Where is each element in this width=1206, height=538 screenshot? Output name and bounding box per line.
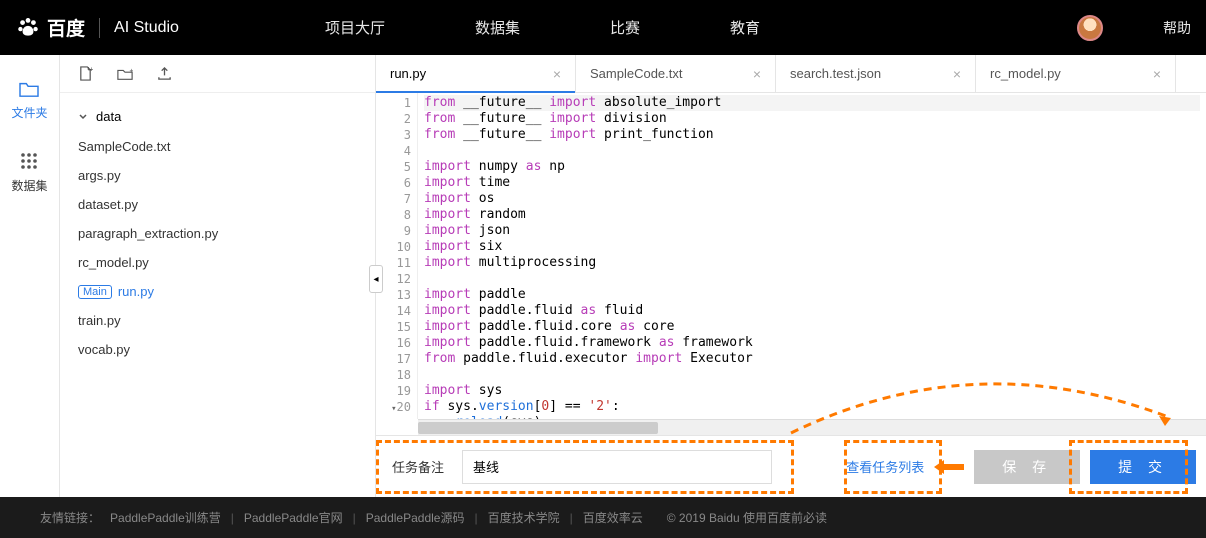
- tree-file-selected[interactable]: Main run.py: [60, 277, 375, 306]
- close-icon[interactable]: ×: [953, 66, 961, 82]
- tab-run-py[interactable]: run.py×: [376, 55, 576, 92]
- close-icon[interactable]: ×: [753, 66, 761, 82]
- main-layout: 文件夹 数据集 + + data SampleCode.txt args.py …: [0, 55, 1206, 497]
- main-nav: 项目大厅 数据集 比赛 教育: [325, 17, 760, 38]
- line-gutter: 12345678910111213141516171819▾2021222324: [376, 93, 418, 419]
- logo-area: 百度 AI Studio: [15, 14, 285, 41]
- tree-file[interactable]: args.py: [60, 161, 375, 190]
- main-tag: Main: [78, 285, 112, 299]
- tree-file[interactable]: rc_model.py: [60, 248, 375, 277]
- tree-file[interactable]: train.py: [60, 306, 375, 335]
- tab-search-json[interactable]: search.test.json×: [776, 55, 976, 92]
- editor-area: ◂ run.py× SampleCode.txt× search.test.js…: [376, 55, 1206, 497]
- chevron-down-icon: [78, 112, 88, 122]
- close-icon[interactable]: ×: [553, 66, 561, 82]
- footer: 友情链接： PaddlePaddle训练营| PaddlePaddle官网| P…: [0, 497, 1206, 538]
- tree-file[interactable]: SampleCode.txt: [60, 132, 375, 161]
- baidu-logo-text: 百度: [47, 14, 85, 41]
- task-note-label: 任务备注: [392, 457, 444, 476]
- tab-samplecode[interactable]: SampleCode.txt×: [576, 55, 776, 92]
- tree-file[interactable]: vocab.py: [60, 335, 375, 364]
- nav-projects[interactable]: 项目大厅: [325, 17, 385, 38]
- divider: [99, 18, 100, 38]
- collapse-handle[interactable]: ◂: [369, 265, 383, 293]
- code-editor[interactable]: 12345678910111213141516171819▾2021222324…: [376, 93, 1206, 419]
- svg-text:+: +: [129, 67, 133, 75]
- task-note-input[interactable]: [462, 450, 772, 484]
- top-right: 帮助: [1077, 15, 1191, 41]
- folder-name: data: [96, 109, 121, 124]
- explorer-toolbar: + +: [60, 55, 375, 93]
- new-file-icon[interactable]: +: [78, 66, 93, 81]
- nav-education[interactable]: 教育: [730, 17, 760, 38]
- code-content[interactable]: from __future__ import absolute_importfr…: [418, 93, 1206, 419]
- save-button[interactable]: 保 存: [974, 450, 1080, 484]
- footer-copyright: © 2019 Baidu 使用百度前必读: [667, 509, 827, 526]
- nav-datasets[interactable]: 数据集: [475, 17, 520, 38]
- studio-text: AI Studio: [114, 19, 179, 37]
- help-link[interactable]: 帮助: [1163, 18, 1191, 38]
- close-icon[interactable]: ×: [1153, 66, 1161, 82]
- footer-link[interactable]: PaddlePaddle官网: [244, 509, 343, 526]
- top-bar: 百度 AI Studio 项目大厅 数据集 比赛 教育 帮助: [0, 0, 1206, 55]
- footer-link[interactable]: PaddlePaddle训练营: [110, 509, 221, 526]
- tab-rc-model[interactable]: rc_model.py×: [976, 55, 1176, 92]
- new-folder-icon[interactable]: +: [117, 67, 133, 81]
- tree-folder-data[interactable]: data: [60, 101, 375, 132]
- rail-datasets[interactable]: 数据集: [11, 151, 47, 194]
- editor-tabs: run.py× SampleCode.txt× search.test.json…: [376, 55, 1206, 93]
- upload-icon[interactable]: [157, 66, 172, 81]
- rail-files-label: 文件夹: [11, 104, 47, 121]
- file-tree: data SampleCode.txt args.py dataset.py p…: [60, 93, 375, 497]
- nav-competitions[interactable]: 比赛: [610, 17, 640, 38]
- rail-files[interactable]: 文件夹: [11, 80, 47, 121]
- paw-icon: [15, 15, 41, 41]
- tree-file[interactable]: paragraph_extraction.py: [60, 219, 375, 248]
- rail-datasets-label: 数据集: [11, 177, 47, 194]
- tree-file[interactable]: dataset.py: [60, 190, 375, 219]
- footer-link[interactable]: 百度效率云: [583, 509, 643, 526]
- submit-button[interactable]: 提 交: [1090, 450, 1196, 484]
- footer-link[interactable]: 百度技术学院: [488, 509, 560, 526]
- svg-text:+: +: [89, 66, 93, 74]
- footer-link[interactable]: PaddlePaddle源码: [366, 509, 465, 526]
- footer-label: 友情链接：: [40, 509, 100, 526]
- horizontal-scrollbar[interactable]: [418, 419, 1206, 435]
- file-explorer: + + data SampleCode.txt args.py dataset.…: [60, 55, 376, 497]
- arrow-left-icon: [934, 457, 964, 477]
- avatar[interactable]: [1077, 15, 1103, 41]
- scrollbar-thumb[interactable]: [418, 422, 658, 434]
- bottom-panel: 任务备注 查看任务列表 保 存 提 交: [376, 435, 1206, 497]
- view-task-list-link[interactable]: 查看任务列表: [846, 457, 924, 476]
- left-rail: 文件夹 数据集: [0, 55, 60, 497]
